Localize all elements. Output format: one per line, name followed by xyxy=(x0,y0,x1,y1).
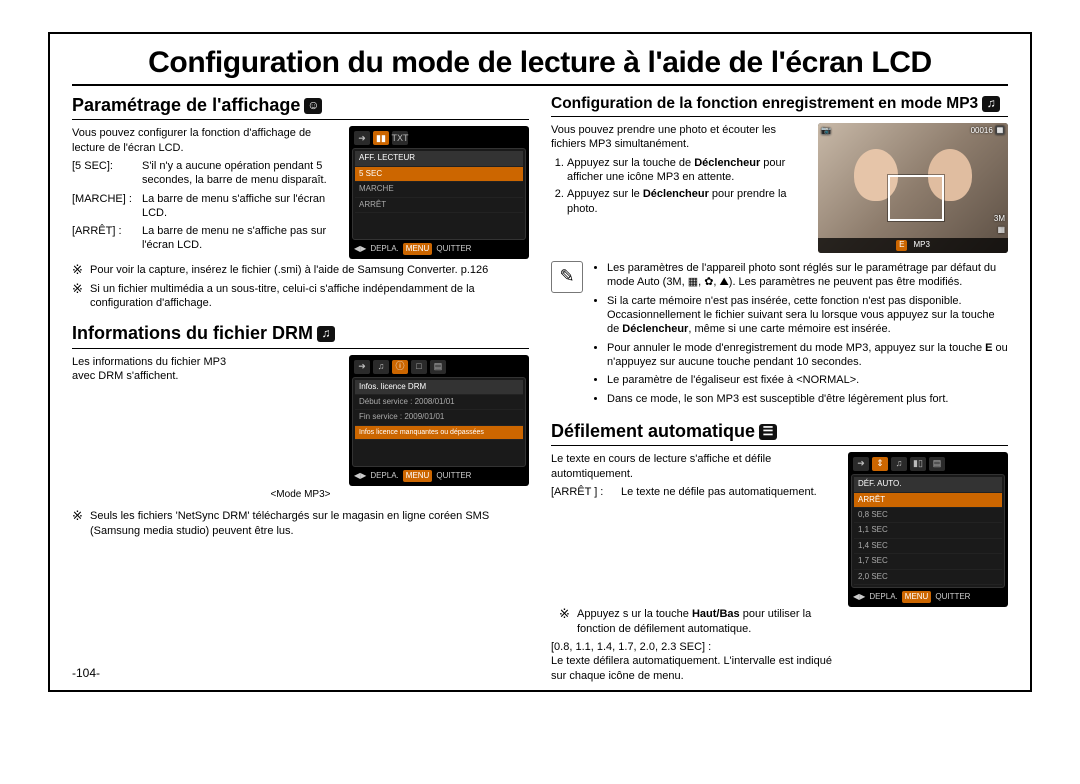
note-smi: ※Pour voir la capture, insérez le fichie… xyxy=(72,263,529,277)
scroll-interval-list: [0.8, 1.1, 1.4, 1.7, 2.0, 2.3 SEC] : Le … xyxy=(551,640,841,683)
step-1: Appuyez sur la touche de Déclencheur pou… xyxy=(567,156,817,185)
note-netsync: ※Seuls les fichiers 'NetSync DRM' téléch… xyxy=(72,509,529,538)
mp3-steps: Appuyez sur la touche de Déclencheur pou… xyxy=(551,156,817,216)
page-number: -104- xyxy=(72,666,100,680)
title-rule xyxy=(72,84,1008,86)
camera-mode-icon: ☺ xyxy=(304,98,322,114)
note-bullets: Les paramètres de l'appareil photo sont … xyxy=(591,261,1008,410)
two-column-layout: Paramétrage de l'affichage ☺ ➜▮▮TXT AFF.… xyxy=(72,92,1008,689)
camera-icon: 📷 xyxy=(821,126,831,136)
lcd-mock-display-settings: ➜▮▮TXT AFF. LECTEUR 5 SEC MARCHE ARRÊT ◀… xyxy=(349,126,529,259)
display-settings-heading: Paramétrage de l'affichage ☺ xyxy=(72,94,529,117)
shots-remaining: 00016 🔲 xyxy=(971,126,1005,136)
drm-heading: Informations du fichier DRM ♫ xyxy=(72,322,529,345)
drm-caption: <Mode MP3> xyxy=(72,488,529,501)
lcd-mock-autoscroll: ➜⇕♫▮▯▤ DÉF. AUTO. ARRÊT 0,8 SEC 1,1 SEC … xyxy=(848,452,1008,607)
lcd-mock-drm: ➜♫ⓘ□▤ Infos. licence DRM Début service :… xyxy=(349,355,529,487)
mp3-record-heading: Configuration de la fonction enregistrem… xyxy=(551,94,1008,114)
note-panel: ✎ Les paramètres de l'appareil photo son… xyxy=(551,261,1008,410)
text-mode-icon: ☰ xyxy=(759,424,777,440)
lcd-mock-photo: 📷 00016 🔲 3M▦ E MP3 xyxy=(818,123,1008,253)
music-mode-icon: ♫ xyxy=(982,96,1000,112)
note-icon: ✎ xyxy=(551,261,583,293)
manual-page: Configuration du mode de lecture à l'aid… xyxy=(48,32,1032,692)
mp3-intro: Vous pouvez prendre une photo et écouter… xyxy=(551,123,781,152)
e-button-icon: E xyxy=(896,240,907,250)
note-hautbas: ※ Appuyez s ur la touche Haut/Bas pour u… xyxy=(559,607,849,636)
note-subtitle: ※Si un fichier multimédia a un sous-titr… xyxy=(72,282,529,311)
scroll-option-list: [ARRÊT ] :Le texte ne défile pas automat… xyxy=(551,485,831,499)
left-column: Paramétrage de l'affichage ☺ ➜▮▮TXT AFF.… xyxy=(72,92,529,689)
drm-intro: Les informations du fichier MP3 avec DRM… xyxy=(72,355,242,384)
autoscroll-heading: Défilement automatique ☰ xyxy=(551,420,1008,443)
music-mode-icon: ♫ xyxy=(317,326,335,342)
step-2: Appuyez sur le Déclencheur pour prendre … xyxy=(567,187,817,216)
right-column: Configuration de la fonction enregistrem… xyxy=(551,92,1008,689)
page-title: Configuration du mode de lecture à l'aid… xyxy=(72,46,1008,80)
